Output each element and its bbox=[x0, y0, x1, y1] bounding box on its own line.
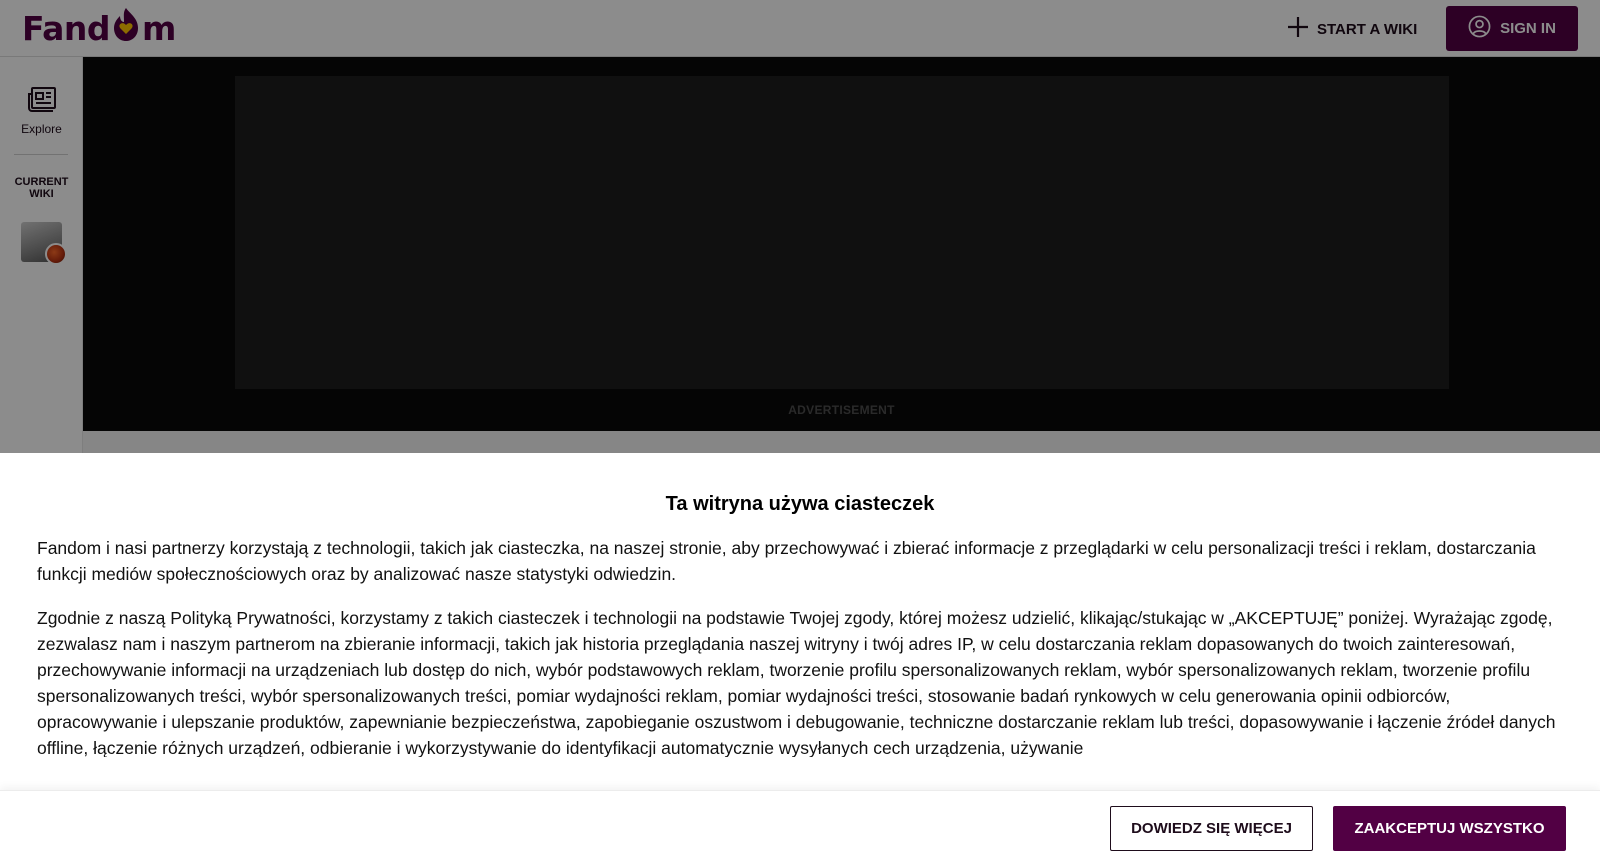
cookie-dialog-footer: DOWIEDZ SIĘ WIĘCEJ ZAAKCEPTUJ WSZYSTKO bbox=[0, 790, 1600, 866]
learn-more-button[interactable]: DOWIEDZ SIĘ WIĘCEJ bbox=[1110, 806, 1313, 851]
cookie-paragraph-1: Fandom i nasi partnerzy korzystają z tec… bbox=[37, 538, 1536, 584]
cookie-dialog-text[interactable]: Fandom i nasi partnerzy korzystają z tec… bbox=[37, 535, 1567, 757]
cookie-consent-dialog: Ta witryna używa ciasteczek Fandom i nas… bbox=[0, 453, 1600, 866]
cookie-paragraph-2: Zgodnie z naszą Polityką Prywatności, ko… bbox=[37, 608, 1556, 757]
cookie-dialog-title: Ta witryna używa ciasteczek bbox=[665, 493, 935, 515]
accept-all-button[interactable]: ZAAKCEPTUJ WSZYSTKO bbox=[1333, 806, 1566, 851]
